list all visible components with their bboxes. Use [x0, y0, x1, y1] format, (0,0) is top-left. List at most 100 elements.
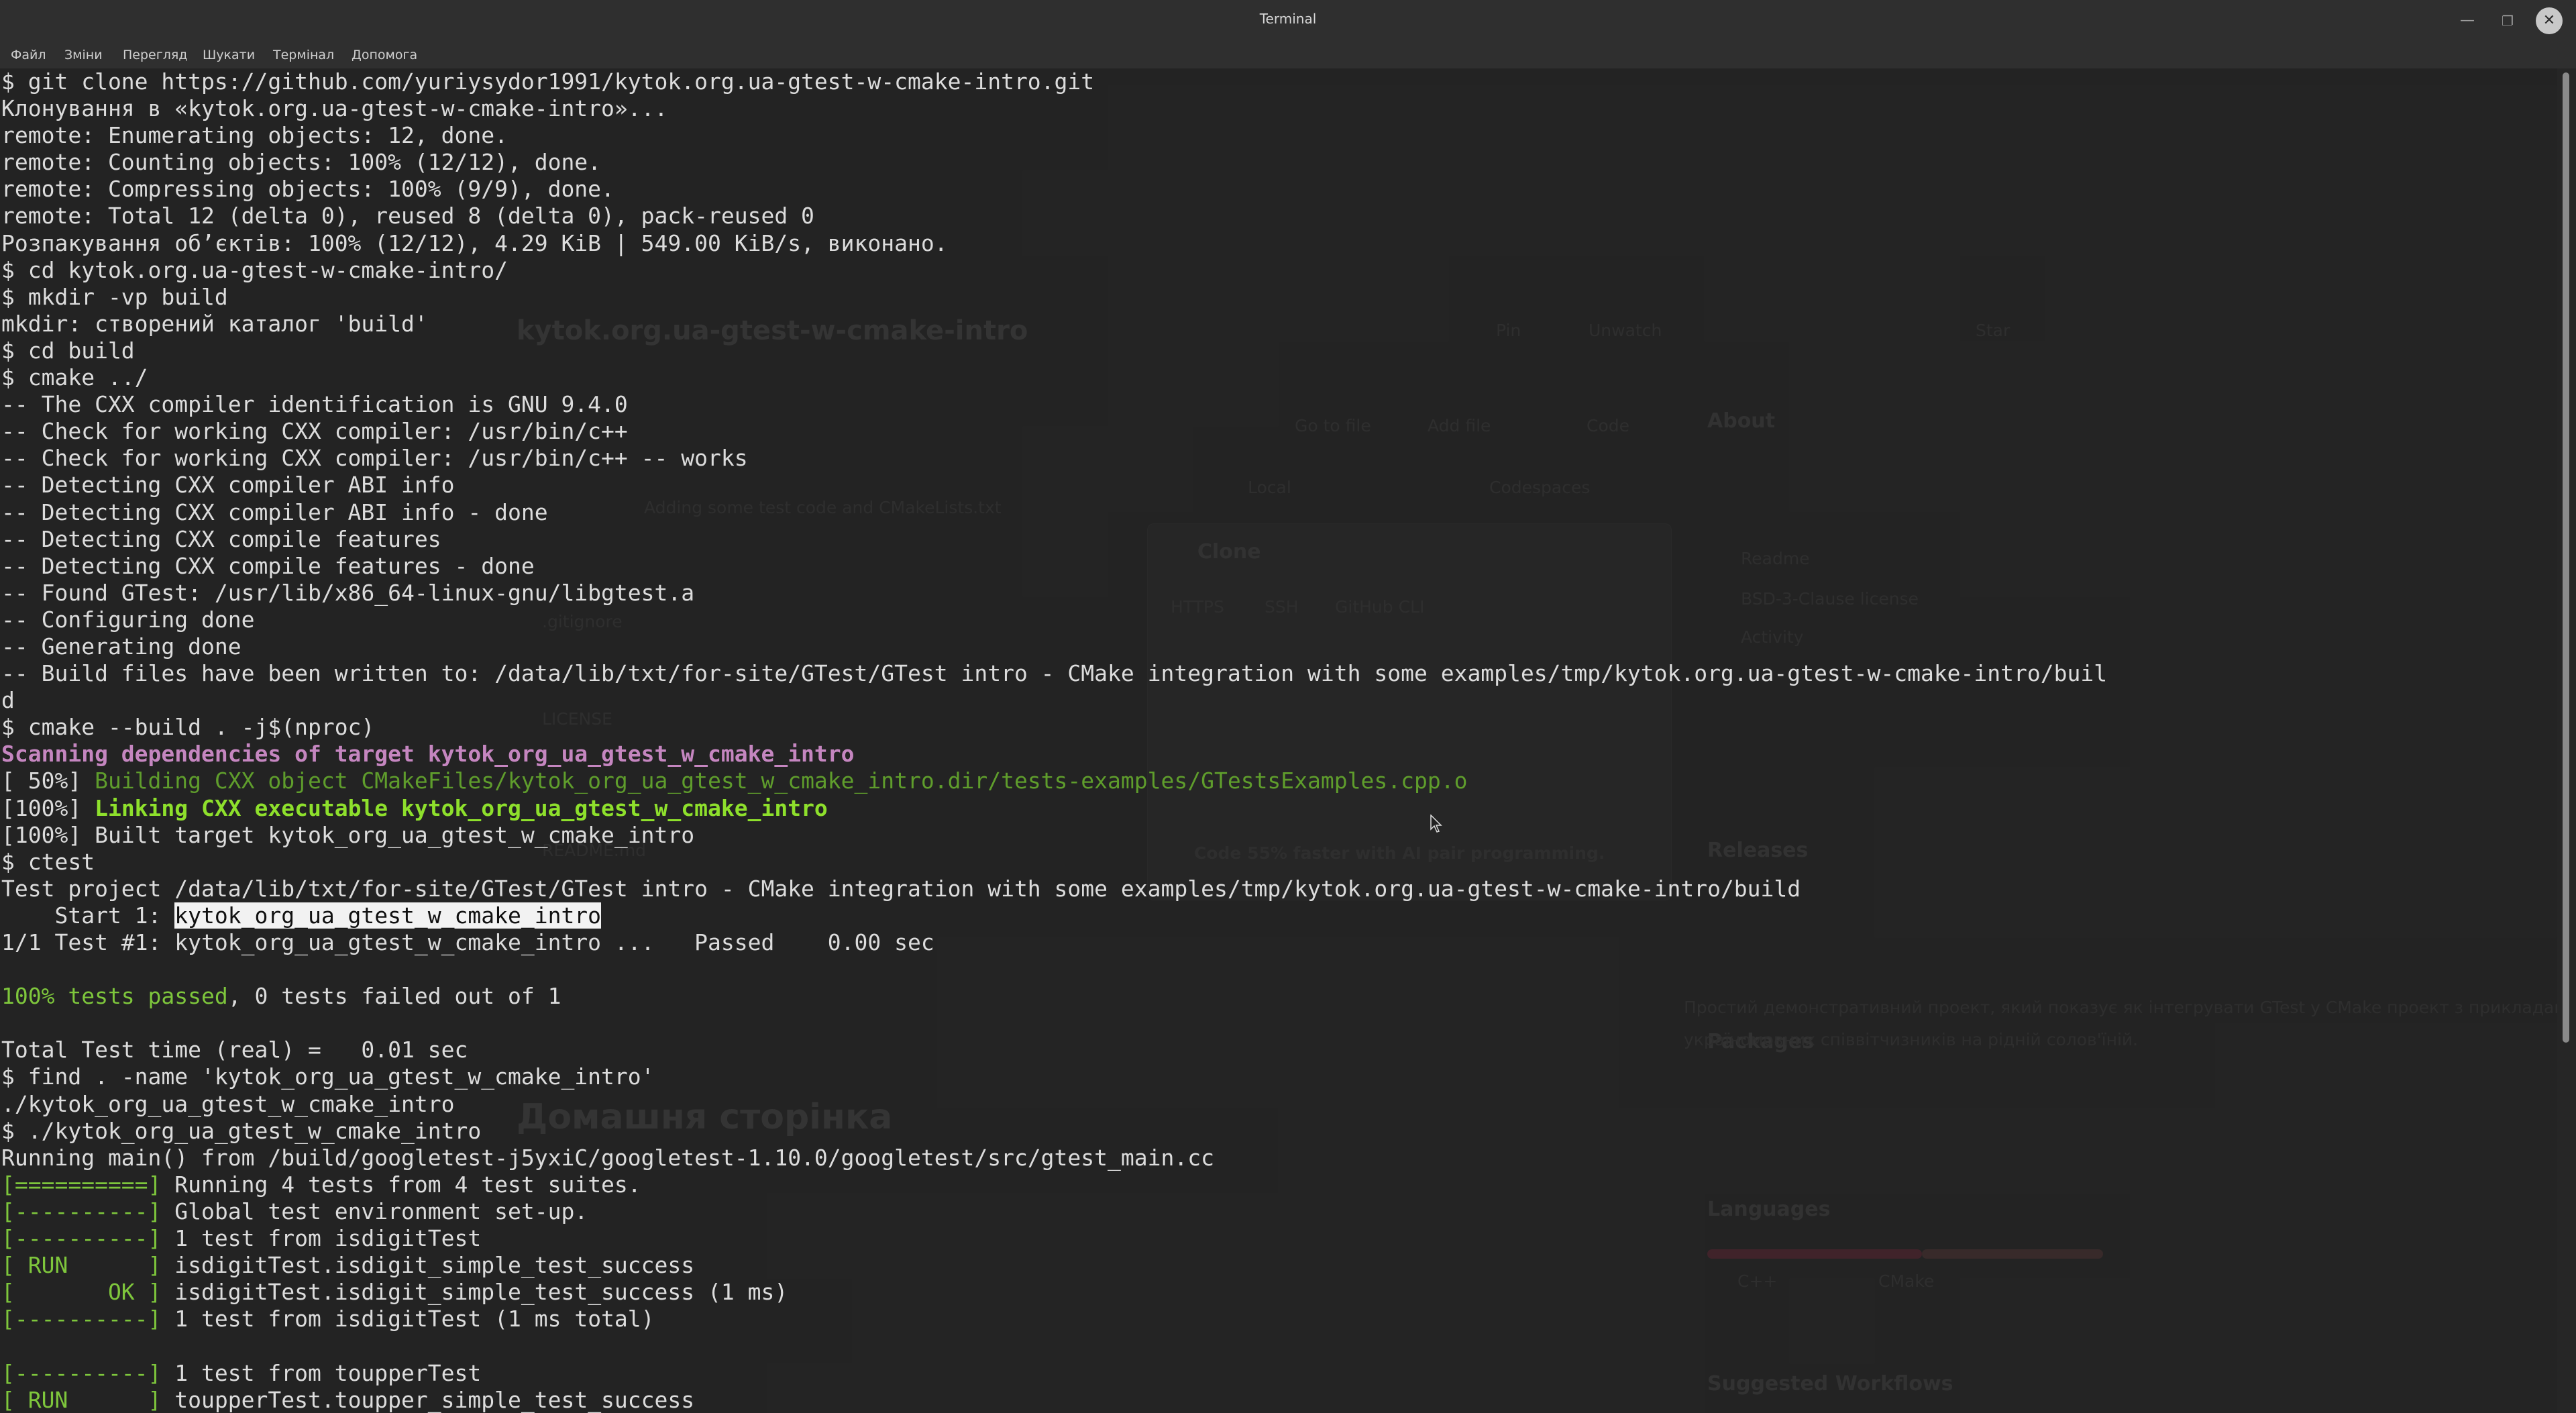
- terminal-line: [ RUN ] toupperTest.toupper_simple_test_…: [1, 1387, 2555, 1413]
- terminal-text: Start 1:: [1, 902, 175, 929]
- terminal-text: remote: Enumerating objects: 12, done.: [1, 122, 508, 149]
- terminal-line: [ OK ] isdigitTest.isdigit_simple_test_s…: [1, 1279, 2555, 1306]
- terminal-line: 100% tests passed, 0 tests failed out of…: [1, 983, 2555, 1010]
- terminal-text: Running main() from /build/googletest-j5…: [1, 1144, 1214, 1171]
- terminal-text: [----------]: [1, 1306, 162, 1332]
- app-root: kytok.org.ua-gtest-w-cmake-intro About R…: [0, 0, 2576, 1413]
- terminal-text: $ ctest: [1, 848, 95, 875]
- terminal-text: $ git clone https://github.com/yuriysydo…: [1, 68, 1095, 95]
- terminal-line: Scanning dependencies of target kytok_or…: [1, 741, 2555, 768]
- terminal-text: mkdir: створений каталог 'build': [1, 310, 428, 337]
- terminal-text: -- Build files have been written to: /da…: [1, 660, 2108, 687]
- terminal-line: ./kytok_org_ua_gtest_w_cmake_intro: [1, 1091, 2555, 1118]
- terminal-line: -- Detecting CXX compiler ABI info: [1, 472, 2555, 499]
- terminal-text: kytok_org_ua_gtest_w_cmake_intro: [174, 902, 602, 929]
- terminal-text: 1 test from isdigitTest: [161, 1225, 482, 1252]
- menu-view[interactable]: Перегляд: [123, 48, 187, 62]
- terminal-text: [ RUN ]: [1, 1252, 162, 1279]
- terminal-text: -- Configuring done: [1, 606, 255, 633]
- terminal-line: remote: Total 12 (delta 0), reused 8 (de…: [1, 203, 2555, 229]
- terminal-text: Running 4 tests from 4 test suites.: [161, 1171, 641, 1198]
- terminal-line: -- Found GTest: /usr/lib/x86_64-linux-gn…: [1, 580, 2555, 607]
- terminal-line: 1/1 Test #1: kytok_org_ua_gtest_w_cmake_…: [1, 929, 2555, 956]
- window-title: Terminal: [1259, 11, 1317, 27]
- terminal-line: $ ./kytok_org_ua_gtest_w_cmake_intro: [1, 1118, 2555, 1145]
- mouse-cursor-icon: [1430, 815, 1442, 833]
- terminal-text: -- Generating done: [1, 633, 241, 660]
- terminal-text: [----------]: [1, 1359, 162, 1386]
- terminal-text: remote: Compressing objects: 100% (9/9),…: [1, 176, 614, 203]
- terminal-line: [==========] Running 4 tests from 4 test…: [1, 1171, 2555, 1198]
- terminal-text: 1 test from isdigitTest (1 ms total): [161, 1306, 655, 1332]
- terminal-text: $ cmake --build . -j$(nproc): [1, 714, 375, 741]
- terminal-line: [----------] 1 test from isdigitTest (1 …: [1, 1306, 2555, 1332]
- terminal-view[interactable]: $ git clone https://github.com/yuriysydo…: [0, 68, 2557, 1413]
- terminal-line: -- Configuring done: [1, 607, 2555, 633]
- terminal-text: [==========]: [1, 1171, 162, 1198]
- terminal-text: Test project /data/lib/txt/for-site/GTes…: [1, 875, 1801, 902]
- terminal-text: [100%] Built target kytok_org_ua_gtest_w…: [1, 821, 695, 848]
- terminal-text: -- The CXX compiler identification is GN…: [1, 391, 628, 418]
- terminal-text: [ 50%]: [1, 768, 95, 794]
- terminal-text: $ ./kytok_org_ua_gtest_w_cmake_intro: [1, 1117, 482, 1144]
- terminal-text: ./kytok_org_ua_gtest_w_cmake_intro: [1, 1090, 455, 1117]
- terminal-scrollbar[interactable]: [2557, 68, 2576, 1413]
- terminal-line: -- Detecting CXX compiler ABI info - don…: [1, 499, 2555, 526]
- close-icon[interactable]: ✕: [2536, 7, 2563, 34]
- terminal-line: -- Build files have been written to: /da…: [1, 660, 2555, 687]
- terminal-line: $ cd kytok.org.ua-gtest-w-cmake-intro/: [1, 257, 2555, 284]
- terminal-text: 100% tests passed: [1, 983, 228, 1010]
- terminal-line: [ 50%] Building CXX object CMakeFiles/ky…: [1, 768, 2555, 794]
- menu-edit[interactable]: Зміни: [64, 48, 103, 62]
- terminal-line: -- The CXX compiler identification is GN…: [1, 391, 2555, 418]
- menu-terminal[interactable]: Термінал: [273, 48, 334, 62]
- terminal-line: Клонування в «kytok.org.ua-gtest-w-cmake…: [1, 95, 2555, 122]
- terminal-line: remote: Compressing objects: 100% (9/9),…: [1, 176, 2555, 203]
- terminal-line: [100%] Built target kytok_org_ua_gtest_w…: [1, 822, 2555, 849]
- terminal-text: -- Found GTest: /usr/lib/x86_64-linux-gn…: [1, 579, 695, 606]
- terminal-line: [----------] 1 test from isdigitTest: [1, 1225, 2555, 1252]
- terminal-text: [100%]: [1, 794, 95, 821]
- terminal-line: Start 1: kytok_org_ua_gtest_w_cmake_intr…: [1, 902, 2555, 929]
- menu-help[interactable]: Допомога: [352, 48, 417, 62]
- terminal-text: [ OK ]: [1, 1279, 162, 1306]
- terminal-text: $ mkdir -vp build: [1, 283, 228, 310]
- terminal-line: -- Generating done: [1, 633, 2555, 660]
- terminal-text: Building CXX object CMakeFiles/kytok_org…: [95, 768, 1468, 794]
- terminal-line: -- Detecting CXX compile features - done: [1, 553, 2555, 580]
- scrollbar-thumb[interactable]: [2563, 72, 2569, 1043]
- terminal-text: $ find . -name 'kytok_org_ua_gtest_w_cma…: [1, 1063, 655, 1090]
- terminal-line: [----------] Global test environment set…: [1, 1198, 2555, 1225]
- terminal-line: $ git clone https://github.com/yuriysydo…: [1, 68, 2555, 95]
- terminal-line: [ RUN ] isdigitTest.isdigit_simple_test_…: [1, 1252, 2555, 1279]
- maximize-icon[interactable]: ❐: [2494, 7, 2521, 34]
- menu-search[interactable]: Шукати: [203, 48, 255, 62]
- minimize-icon[interactable]: —: [2454, 7, 2481, 34]
- window-titlebar[interactable]: Terminal — ❐ ✕: [0, 0, 2576, 42]
- terminal-line: d: [1, 687, 2555, 714]
- terminal-text: -- Detecting CXX compile features - done: [1, 552, 535, 579]
- terminal-text: Розпакування об’єктів: 100% (12/12), 4.2…: [1, 229, 948, 256]
- menu-file[interactable]: Файл: [11, 48, 46, 62]
- terminal-text: isdigitTest.isdigit_simple_test_success …: [161, 1279, 788, 1306]
- terminal-text: d: [1, 687, 15, 714]
- terminal-text: -- Check for working CXX compiler: /usr/…: [1, 418, 628, 445]
- terminal-line: Test project /data/lib/txt/for-site/GTes…: [1, 876, 2555, 902]
- terminal-line: Running main() from /build/googletest-j5…: [1, 1145, 2555, 1171]
- terminal-line: -- Check for working CXX compiler: /usr/…: [1, 445, 2555, 472]
- terminal-line: $ cmake --build . -j$(nproc): [1, 714, 2555, 741]
- terminal-line: Розпакування об’єктів: 100% (12/12), 4.2…: [1, 230, 2555, 257]
- terminal-text: -- Detecting CXX compiler ABI info: [1, 472, 455, 499]
- terminal-line: -- Check for working CXX compiler: /usr/…: [1, 418, 2555, 445]
- terminal-text: -- Check for working CXX compiler: /usr/…: [1, 445, 748, 472]
- menu-bar: Файл Зміни Перегляд Шукати Термінал Допо…: [0, 42, 2576, 68]
- terminal-line: $ cd build: [1, 337, 2555, 364]
- terminal-text: Linking CXX executable kytok_org_ua_gtes…: [95, 794, 828, 821]
- terminal-line: [100%] Linking CXX executable kytok_org_…: [1, 795, 2555, 822]
- terminal-text: $ cd kytok.org.ua-gtest-w-cmake-intro/: [1, 256, 508, 283]
- terminal-output[interactable]: $ git clone https://github.com/yuriysydo…: [1, 68, 2555, 1413]
- terminal-text: Global test environment set-up.: [161, 1198, 588, 1224]
